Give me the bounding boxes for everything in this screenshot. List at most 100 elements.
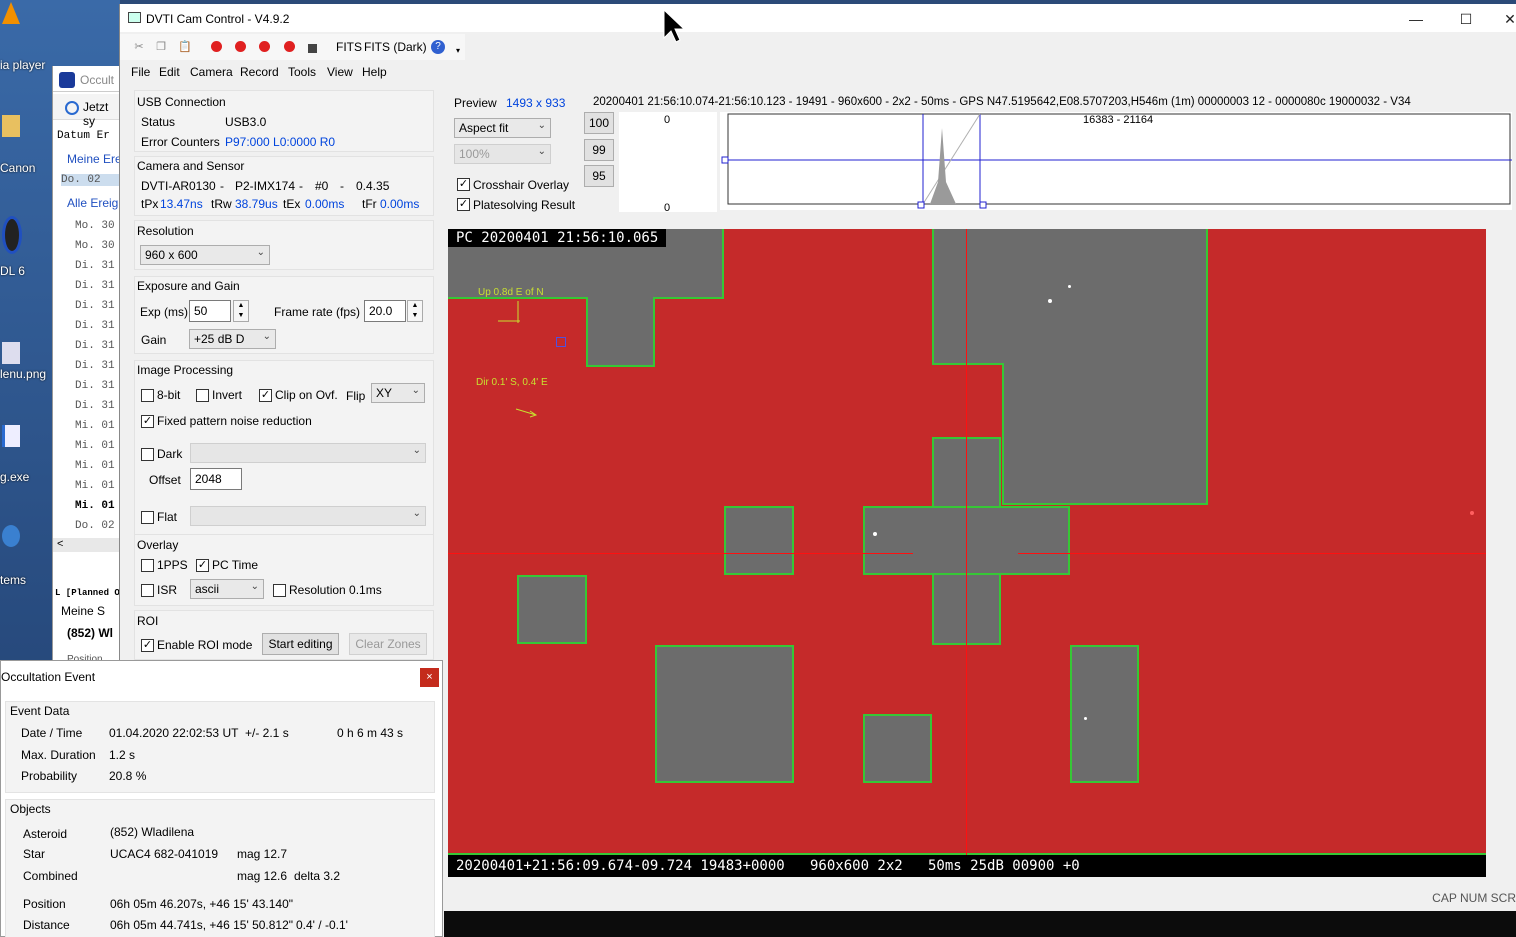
chevron-down-icon[interactable]: ▾ — [451, 44, 465, 58]
maximize-button[interactable]: ☐ — [1446, 8, 1486, 30]
app-icon[interactable] — [2, 525, 20, 547]
image-file-icon[interactable] — [2, 342, 20, 364]
bg-row[interactable]: Mi. 01 — [75, 440, 115, 452]
clip-checkbox[interactable]: ✓ — [259, 389, 272, 402]
fps-input[interactable]: 20.0 — [364, 300, 406, 322]
bg-row-selected[interactable]: Mi. 01 — [75, 500, 115, 512]
desktop-label[interactable]: tems — [0, 573, 26, 587]
dark-checkbox[interactable] — [141, 448, 154, 461]
fpn-checkbox[interactable]: ✓ — [141, 415, 154, 428]
fit-select[interactable]: Aspect fit ⌄ — [454, 118, 551, 138]
level-100-button[interactable]: 100 — [584, 112, 614, 134]
help-icon[interactable]: ? — [431, 40, 445, 54]
roi-zone[interactable] — [724, 506, 794, 575]
resolution-select[interactable]: 960 x 600 ⌄ — [140, 245, 270, 265]
record-more-icon[interactable] — [284, 41, 295, 52]
record-fits-icon[interactable] — [259, 41, 270, 52]
desktop-label[interactable]: DL 6 — [0, 264, 25, 278]
app-icon[interactable] — [2, 216, 22, 254]
bg-row[interactable]: Mi. 01 — [75, 420, 115, 432]
fits-button[interactable]: FITS — [336, 40, 362, 54]
bg-now-button[interactable]: Jetzt sy — [83, 100, 121, 128]
cut-icon[interactable]: ✂ — [132, 40, 146, 54]
roi-checkbox[interactable]: ✓ — [141, 639, 154, 652]
menu-view[interactable]: View — [327, 65, 353, 79]
desktop-label[interactable]: Canon — [0, 161, 35, 175]
exposure-input[interactable]: 50 — [189, 300, 231, 322]
menu-help[interactable]: Help — [362, 65, 387, 79]
desktop-label[interactable]: g.exe — [0, 470, 29, 484]
close-button[interactable]: ✕ — [1490, 8, 1516, 30]
record-ser-icon[interactable] — [211, 41, 222, 52]
histogram[interactable]: 16383 - 21164 — [720, 112, 1512, 210]
bg-row[interactable]: Mo. 30 — [75, 220, 115, 232]
flip-select[interactable]: XY ⌄ — [371, 383, 425, 403]
fps-stepper[interactable]: ▲ ▼ — [407, 300, 423, 322]
histogram-small[interactable]: 0 0 — [619, 112, 717, 214]
gain-select[interactable]: +25 dB D ⌄ — [189, 329, 276, 349]
stop-icon[interactable] — [308, 44, 317, 53]
isr-checkbox[interactable] — [141, 584, 154, 597]
flat-checkbox[interactable] — [141, 511, 154, 524]
roi-zone[interactable] — [863, 714, 932, 783]
roi-zone[interactable] — [932, 229, 1208, 365]
bg-row[interactable]: Di. 31 — [75, 380, 115, 392]
menu-tools[interactable]: Tools — [288, 65, 316, 79]
dark-frame-select[interactable]: ⌄ — [190, 443, 426, 463]
resolution-01ms-checkbox[interactable] — [273, 584, 286, 597]
roi-zone[interactable] — [517, 575, 587, 644]
bg-tree-item[interactable]: Meine S — [61, 604, 105, 618]
desktop-label[interactable]: lenu.png — [0, 367, 46, 381]
bg-row[interactable]: Di. 31 — [75, 280, 115, 292]
level-95-button[interactable]: 95 — [584, 165, 614, 187]
bg-row[interactable]: Do. 02 — [75, 520, 115, 532]
isr-select[interactable]: ascii ⌄ — [190, 579, 264, 599]
exposure-stepper[interactable]: ▲ ▼ — [233, 300, 249, 322]
fits-dark-button[interactable]: FITS (Dark) — [364, 40, 427, 54]
menu-camera[interactable]: Camera — [190, 65, 233, 79]
bg-scrollbar[interactable]: < — [53, 538, 121, 552]
vlc-icon[interactable] — [2, 2, 20, 24]
menu-record[interactable]: Record — [240, 65, 279, 79]
copy-icon[interactable]: ❐ — [154, 40, 168, 54]
paste-icon[interactable]: 📋 — [178, 40, 192, 54]
pctime-checkbox[interactable]: ✓ — [196, 559, 209, 572]
roi-zone[interactable] — [586, 297, 655, 367]
flat-frame-select[interactable]: ⌄ — [190, 506, 426, 526]
desktop-label[interactable]: ia player — [0, 58, 45, 72]
roi-zone[interactable] — [1140, 363, 1208, 505]
start-editing-button[interactable]: Start editing — [262, 633, 339, 655]
bg-row[interactable]: Di. 31 — [75, 300, 115, 312]
video-preview[interactable]: Up 0.8d E of N Dir 0.1' S, 0.4' E PC 202… — [448, 229, 1486, 877]
zoom-select[interactable]: 100% ⌄ — [454, 144, 551, 164]
bg-row[interactable]: Di. 31 — [75, 360, 115, 372]
bg-row[interactable]: Di. 31 — [75, 400, 115, 412]
level-99-button[interactable]: 99 — [584, 139, 614, 161]
offset-input[interactable]: 2048 — [190, 468, 242, 490]
bg-group[interactable]: Meine Ere — [67, 152, 122, 166]
roi-zone[interactable] — [655, 645, 794, 783]
bg-row[interactable]: Di. 31 — [75, 260, 115, 272]
exe-file-icon[interactable] — [2, 425, 20, 447]
clear-zones-button[interactable]: Clear Zones — [349, 633, 427, 655]
invert-checkbox[interactable] — [196, 389, 209, 402]
bg-row[interactable]: Mi. 01 — [75, 460, 115, 472]
record-adv-icon[interactable] — [235, 41, 246, 52]
minimize-button[interactable]: — — [1396, 8, 1436, 30]
8bit-checkbox[interactable] — [141, 389, 154, 402]
bg-row[interactable]: Di. 31 — [75, 340, 115, 352]
platesolve-checkbox[interactable]: ✓ — [457, 198, 470, 211]
1pps-checkbox[interactable] — [141, 559, 154, 572]
menu-file[interactable]: File — [131, 65, 150, 79]
bg-row[interactable]: Do. 02 — [61, 174, 121, 186]
bg-row[interactable]: Di. 31 — [75, 320, 115, 332]
background-window[interactable]: Occult Jetzt sy Datum Er Meine Ere Do. 0… — [52, 66, 125, 666]
close-icon[interactable]: × — [420, 668, 439, 687]
bg-row[interactable]: Mo. 30 — [75, 240, 115, 252]
menu-edit[interactable]: Edit — [159, 65, 180, 79]
roi-zone[interactable] — [1070, 645, 1139, 783]
crosshair-checkbox[interactable]: ✓ — [457, 178, 470, 191]
canon-icon[interactable] — [2, 115, 20, 137]
bg-group[interactable]: Alle Ereig — [67, 196, 118, 210]
bg-row[interactable]: Mi. 01 — [75, 480, 115, 492]
